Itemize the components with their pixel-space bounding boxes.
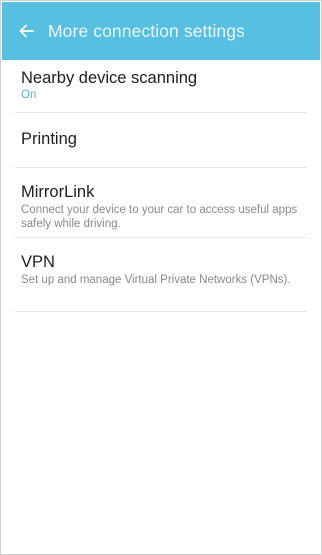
setting-label: Nearby device scanning xyxy=(21,69,198,87)
app-bar: More connection settings xyxy=(2,2,320,60)
back-button[interactable] xyxy=(8,2,44,60)
screen: More connection settings Nearby device s… xyxy=(0,0,322,555)
setting-status: On xyxy=(21,89,37,101)
setting-printing[interactable]: Printing xyxy=(2,113,320,167)
page-title: More connection settings xyxy=(48,20,245,41)
setting-label: MirrorLink xyxy=(21,183,95,201)
divider xyxy=(15,311,307,312)
settings-list: Nearby device scanning On Printing Mirro… xyxy=(2,60,320,312)
setting-description: Set up and manage Virtual Private Networ… xyxy=(21,274,291,286)
arrow-left-icon xyxy=(18,23,34,39)
setting-description: Connect your device to your car to acces… xyxy=(21,204,298,230)
setting-nearby-device-scanning[interactable]: Nearby device scanning On xyxy=(2,60,320,112)
setting-vpn[interactable]: VPN Set up and manage Virtual Private Ne… xyxy=(2,238,320,311)
setting-label: Printing xyxy=(21,130,77,148)
setting-label: VPN xyxy=(21,253,55,271)
setting-mirrorlink[interactable]: MirrorLink Connect your device to your c… xyxy=(2,168,320,237)
